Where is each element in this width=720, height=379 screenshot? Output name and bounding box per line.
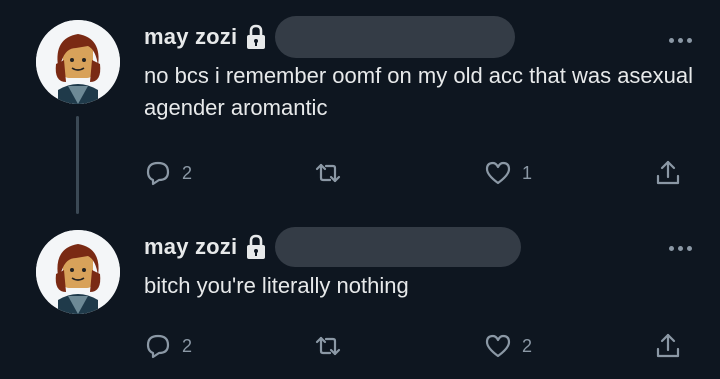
avatar[interactable] <box>36 230 120 314</box>
like-button[interactable]: 1 <box>484 157 532 189</box>
reply-icon <box>144 159 172 187</box>
like-count: 2 <box>522 335 533 356</box>
heart-icon <box>484 332 512 360</box>
tweet-header: may zozi <box>144 227 522 267</box>
reply-count: 2 <box>182 335 193 356</box>
tweet-actions: 2 2 <box>144 330 704 362</box>
more-icon[interactable] <box>669 246 692 251</box>
share-button[interactable] <box>654 157 682 189</box>
reply-count: 2 <box>182 162 193 183</box>
reply-button[interactable]: 2 <box>144 330 192 362</box>
tweet-text: bitch you're literally nothing <box>144 273 409 298</box>
more-icon[interactable] <box>669 38 692 43</box>
avatar-image <box>36 20 120 104</box>
tweet-2[interactable]: may zozi bitch you're literally nothing … <box>0 214 720 379</box>
like-button[interactable]: 2 <box>484 330 532 362</box>
redacted-handle <box>275 16 516 58</box>
tweet-header: may zozi <box>144 16 516 58</box>
avatar[interactable] <box>36 20 120 104</box>
share-icon <box>654 159 682 187</box>
lock-icon <box>245 234 267 260</box>
retweet-icon <box>314 332 342 360</box>
tweet-text: no bcs i remember oomf on my old acc tha… <box>144 63 694 120</box>
heart-icon <box>484 159 512 187</box>
reply-icon <box>144 332 172 360</box>
thread-connector <box>76 116 79 214</box>
avatar-image <box>36 230 120 314</box>
retweet-button[interactable] <box>314 330 342 362</box>
redacted-handle <box>275 227 522 267</box>
share-button[interactable] <box>654 330 682 362</box>
tweet-1[interactable]: may zozi no bcs i remember oomf on my ol… <box>0 0 720 214</box>
like-count: 1 <box>522 162 533 183</box>
retweet-icon <box>314 159 342 187</box>
reply-button[interactable]: 2 <box>144 157 192 189</box>
author-name[interactable]: may zozi <box>144 24 237 50</box>
tweet-actions: 2 1 <box>144 157 704 189</box>
share-icon <box>654 332 682 360</box>
retweet-button[interactable] <box>314 157 342 189</box>
author-name[interactable]: may zozi <box>144 234 237 260</box>
lock-icon <box>245 24 267 50</box>
